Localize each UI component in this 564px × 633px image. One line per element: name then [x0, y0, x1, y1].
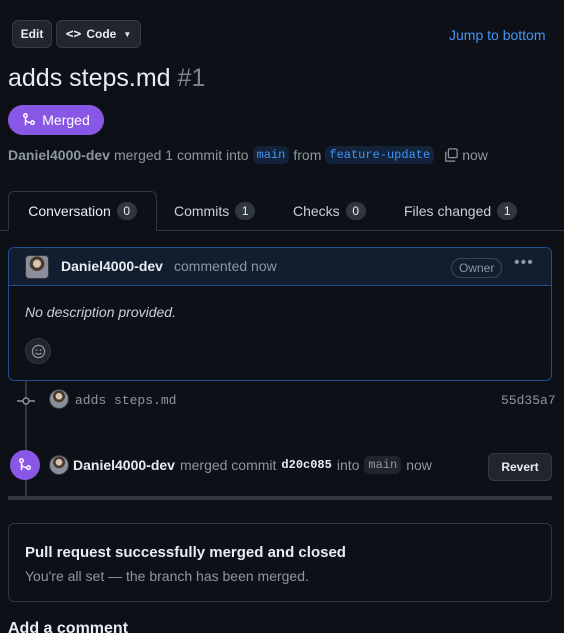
jump-to-bottom-link[interactable]: Jump to bottom: [449, 27, 546, 43]
merged-status-subtitle: You're all set — the branch has been mer…: [25, 568, 309, 584]
chevron-down-icon: ▼: [123, 29, 132, 39]
page-title: adds steps.md #1: [8, 64, 205, 93]
code-button-label: Code: [86, 27, 117, 41]
comment-header: Daniel4000-dev commented now Owner •••: [9, 248, 551, 286]
code-icon: <>: [65, 26, 82, 42]
pr-title: adds steps.md: [8, 64, 171, 92]
edit-button-label: Edit: [20, 27, 44, 41]
comment-body: No description provided.: [25, 304, 176, 320]
tab-commits-count: 1: [235, 202, 256, 220]
comment-author[interactable]: Daniel4000-dev: [61, 258, 163, 274]
commit-message[interactable]: adds steps.md: [75, 393, 176, 408]
merge-event-author[interactable]: Daniel4000-dev: [73, 457, 175, 473]
status-badge-label: Merged: [42, 112, 90, 128]
merge-commit-sha[interactable]: d20c085: [281, 458, 331, 472]
pr-author-link[interactable]: Daniel4000-dev: [8, 147, 110, 163]
pr-number: #1: [177, 64, 206, 92]
merge-time: now: [462, 147, 488, 163]
merged-status-box: Pull request successfully merged and clo…: [8, 523, 552, 602]
smiley-icon: [31, 344, 46, 359]
tab-conversation-label: Conversation: [28, 203, 111, 219]
tab-commits-label: Commits: [174, 203, 230, 219]
revert-button[interactable]: Revert: [488, 453, 552, 481]
merge-event-into: into: [336, 457, 360, 473]
owner-badge: Owner: [451, 258, 503, 278]
status-badge: Merged: [8, 105, 104, 135]
add-reaction-button[interactable]: [25, 338, 51, 364]
git-commit-icon: [17, 394, 35, 408]
tab-files-changed-label: Files changed: [404, 203, 492, 219]
tab-files-changed[interactable]: Files changed 1: [404, 191, 518, 231]
tab-checks-label: Checks: [293, 203, 340, 219]
merge-event-icon: [10, 450, 40, 480]
tab-conversation-count: 0: [116, 202, 137, 220]
merged-status-title: Pull request successfully merged and clo…: [25, 544, 346, 561]
merge-icon: [22, 113, 36, 127]
timeline-divider: [8, 496, 552, 500]
merge-event-action: merged commit: [179, 457, 277, 473]
add-comment-heading: Add a comment: [8, 620, 129, 633]
tab-checks[interactable]: Checks 0: [293, 191, 366, 231]
merge-event-avatar[interactable]: [49, 455, 69, 475]
tab-files-changed-count: 1: [497, 202, 518, 220]
copy-icon[interactable]: [444, 148, 458, 162]
merge-event-text: Daniel4000-dev merged commit d20c085 int…: [73, 456, 432, 474]
tab-checks-count: 0: [345, 202, 366, 220]
base-branch[interactable]: main: [252, 146, 290, 164]
tab-commits[interactable]: Commits 1: [174, 191, 256, 231]
commit-avatar[interactable]: [49, 389, 69, 409]
revert-button-label: Revert: [501, 460, 539, 474]
comment-box: Daniel4000-dev commented now Owner ••• N…: [8, 247, 552, 381]
merge-event-time: now: [406, 457, 432, 473]
merged-text: merged 1 commit into: [113, 147, 249, 163]
comment-action: commented now: [174, 258, 277, 274]
code-button[interactable]: <> Code ▼: [56, 20, 141, 48]
merge-summary: Daniel4000-dev merged 1 commit into main…: [8, 146, 488, 164]
more-options-icon[interactable]: •••: [514, 254, 534, 272]
commit-sha[interactable]: 55d35a7: [501, 393, 556, 408]
merge-event-branch[interactable]: main: [364, 456, 402, 474]
from-text: from: [293, 147, 322, 163]
tab-conversation[interactable]: Conversation 0: [8, 191, 157, 231]
avatar[interactable]: [25, 255, 49, 279]
head-branch[interactable]: feature-update: [325, 146, 435, 164]
edit-button[interactable]: Edit: [12, 20, 52, 48]
